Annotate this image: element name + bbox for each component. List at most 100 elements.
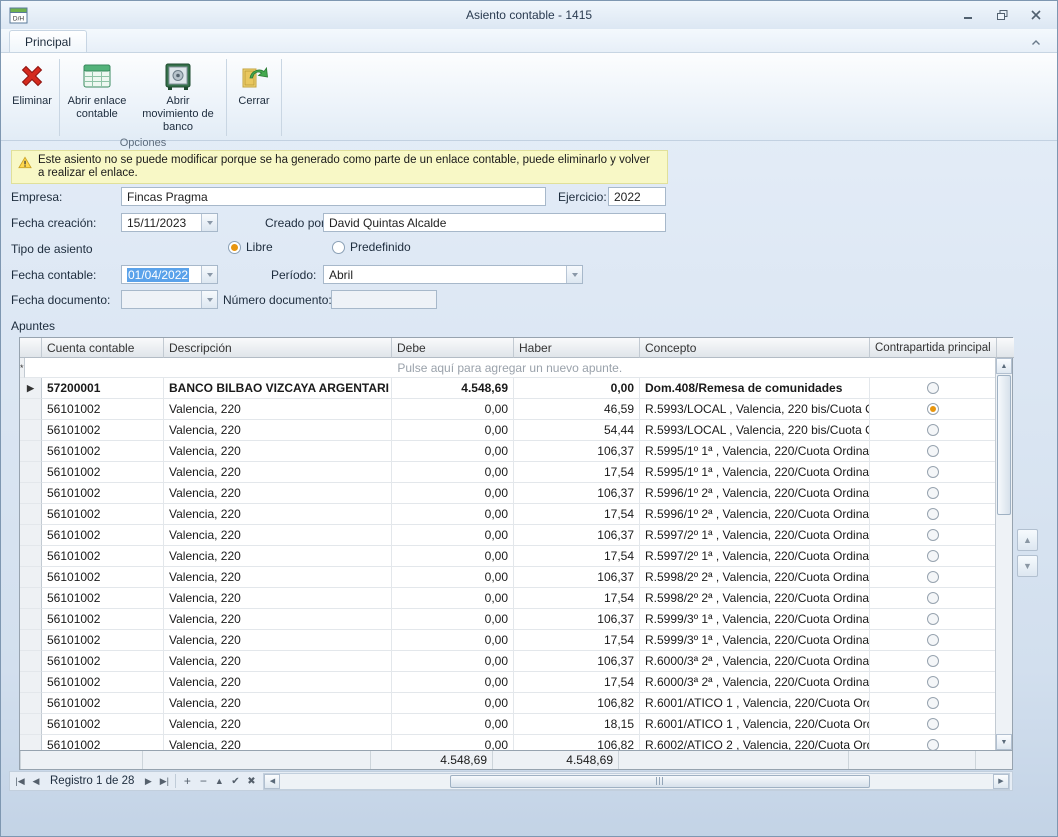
cell-contrapartida[interactable] <box>870 630 995 651</box>
cell-cuenta-contable[interactable]: 56101002 <box>42 693 164 714</box>
horizontal-scrollbar-thumb[interactable] <box>450 775 870 788</box>
ribbon-collapse-button[interactable] <box>1027 35 1045 49</box>
cell-contrapartida[interactable] <box>870 378 995 399</box>
cell-concepto[interactable]: R.5993/LOCAL , Valencia, 220 bis/Cuota O… <box>640 399 870 420</box>
cell-contrapartida[interactable] <box>870 567 995 588</box>
cell-descripcion[interactable]: Valencia, 220 <box>164 483 392 504</box>
cell-contrapartida[interactable] <box>870 609 995 630</box>
cell-debe[interactable]: 4.548,69 <box>392 378 514 399</box>
cell-haber[interactable]: 0,00 <box>514 378 640 399</box>
cell-concepto[interactable]: R.6000/3ª 2ª , Valencia, 220/Cuota Ordin… <box>640 651 870 672</box>
contrapartida-radio[interactable] <box>927 739 939 750</box>
cell-contrapartida[interactable] <box>870 714 995 735</box>
last-record-button[interactable]: ▶| <box>156 773 172 789</box>
col-concepto[interactable]: Concepto <box>640 338 870 358</box>
end-edit-button[interactable]: ✔ <box>227 773 243 789</box>
cell-debe[interactable]: 0,00 <box>392 483 514 504</box>
cell-cuenta-contable[interactable]: 56101002 <box>42 546 164 567</box>
periodo-combo[interactable]: Abril <box>323 265 583 284</box>
fecha-contable-field[interactable]: 01/04/2022 <box>121 265 218 284</box>
cell-contrapartida[interactable] <box>870 420 995 441</box>
cell-descripcion[interactable]: Valencia, 220 <box>164 588 392 609</box>
contrapartida-radio[interactable] <box>927 466 939 478</box>
table-row[interactable]: 56101002 Valencia, 220 0,00 106,37 R.599… <box>20 441 995 462</box>
cell-descripcion[interactable]: Valencia, 220 <box>164 567 392 588</box>
cell-debe[interactable]: 0,00 <box>392 588 514 609</box>
contrapartida-radio[interactable] <box>927 592 939 604</box>
contrapartida-radio[interactable] <box>927 571 939 583</box>
cell-descripcion[interactable]: Valencia, 220 <box>164 651 392 672</box>
cell-descripcion[interactable]: Valencia, 220 <box>164 693 392 714</box>
cell-haber[interactable]: 106,37 <box>514 567 640 588</box>
table-row[interactable]: 56101002 Valencia, 220 0,00 54,44 R.5993… <box>20 420 995 441</box>
cell-contrapartida[interactable] <box>870 546 995 567</box>
cancel-edit-button[interactable]: ✖ <box>243 773 259 789</box>
table-row[interactable]: 56101002 Valencia, 220 0,00 17,54 R.5997… <box>20 546 995 567</box>
col-contrapartida-principal[interactable]: Contrapartida principal <box>870 338 997 358</box>
cell-descripcion[interactable]: Valencia, 220 <box>164 420 392 441</box>
contrapartida-radio[interactable] <box>927 634 939 646</box>
numero-documento-field[interactable] <box>331 290 437 309</box>
fecha-creacion-field[interactable]: 15/11/2023 <box>121 213 218 232</box>
cell-descripcion[interactable]: Valencia, 220 <box>164 672 392 693</box>
new-row[interactable]: * Pulse aquí para agregar un nuevo apunt… <box>20 358 995 378</box>
vertical-scrollbar[interactable]: ▲ ▼ <box>995 358 1012 750</box>
cell-concepto[interactable]: R.5999/3º 1ª , Valencia, 220/Cuota Ordin… <box>640 630 870 651</box>
cell-contrapartida[interactable] <box>870 525 995 546</box>
cell-haber[interactable]: 18,15 <box>514 714 640 735</box>
new-row-hint[interactable]: Pulse aquí para agregar un nuevo apunte. <box>25 358 996 378</box>
cell-concepto[interactable]: R.5996/1º 2ª , Valencia, 220/Cuota Ordin… <box>640 483 870 504</box>
radio-predefinido[interactable]: Predefinido <box>332 240 411 254</box>
move-row-up-button[interactable]: ▲ <box>1017 529 1038 551</box>
cell-concepto[interactable]: R.6001/ATICO 1 , Valencia, 220/Cuota Ord… <box>640 693 870 714</box>
cell-debe[interactable]: 0,00 <box>392 651 514 672</box>
contrapartida-radio[interactable] <box>927 655 939 667</box>
cell-cuenta-contable[interactable]: 56101002 <box>42 399 164 420</box>
hscroll-right-button[interactable]: ▶ <box>993 774 1009 789</box>
edit-record-button[interactable]: ▲ <box>211 773 227 789</box>
horizontal-scrollbar[interactable]: ◀ ▶ <box>263 773 1010 790</box>
cell-descripcion[interactable]: Valencia, 220 <box>164 630 392 651</box>
table-row[interactable]: 56101002 Valencia, 220 0,00 18,15 R.6001… <box>20 714 995 735</box>
cell-debe[interactable]: 0,00 <box>392 609 514 630</box>
empresa-field[interactable]: Fincas Pragma <box>121 187 546 206</box>
cell-concepto[interactable]: R.6000/3ª 2ª , Valencia, 220/Cuota Ordin… <box>640 672 870 693</box>
cell-descripcion[interactable]: Valencia, 220 <box>164 546 392 567</box>
cell-debe[interactable]: 0,00 <box>392 567 514 588</box>
cell-descripcion[interactable]: Valencia, 220 <box>164 735 392 750</box>
cell-debe[interactable]: 0,00 <box>392 693 514 714</box>
cell-contrapartida[interactable] <box>870 672 995 693</box>
cell-descripcion[interactable]: Valencia, 220 <box>164 462 392 483</box>
hscroll-left-button[interactable]: ◀ <box>264 774 280 789</box>
cell-debe[interactable]: 0,00 <box>392 546 514 567</box>
cell-contrapartida[interactable] <box>870 735 995 750</box>
cell-descripcion[interactable]: Valencia, 220 <box>164 504 392 525</box>
cell-debe[interactable]: 0,00 <box>392 525 514 546</box>
cell-contrapartida[interactable] <box>870 399 995 420</box>
ejercicio-field[interactable]: 2022 <box>608 187 666 206</box>
cell-haber[interactable]: 17,54 <box>514 630 640 651</box>
table-row[interactable]: 56101002 Valencia, 220 0,00 17,54 R.6000… <box>20 672 995 693</box>
cell-debe[interactable]: 0,00 <box>392 630 514 651</box>
table-row[interactable]: 56101002 Valencia, 220 0,00 106,37 R.599… <box>20 609 995 630</box>
cell-haber[interactable]: 17,54 <box>514 504 640 525</box>
chevron-down-icon[interactable] <box>201 291 217 308</box>
table-row[interactable]: 56101002 Valencia, 220 0,00 106,37 R.599… <box>20 525 995 546</box>
cell-debe[interactable]: 0,00 <box>392 504 514 525</box>
table-row[interactable]: 56101002 Valencia, 220 0,00 17,54 R.5999… <box>20 630 995 651</box>
cell-debe[interactable]: 0,00 <box>392 672 514 693</box>
cell-descripcion[interactable]: Valencia, 220 <box>164 441 392 462</box>
table-row[interactable]: 56101002 Valencia, 220 0,00 106,37 R.599… <box>20 567 995 588</box>
cell-cuenta-contable[interactable]: 56101002 <box>42 588 164 609</box>
cell-cuenta-contable[interactable]: 56101002 <box>42 420 164 441</box>
fecha-documento-field[interactable] <box>121 290 218 309</box>
cerrar-button[interactable]: Cerrar <box>229 56 279 109</box>
cell-haber[interactable]: 46,59 <box>514 399 640 420</box>
cell-concepto[interactable]: R.5993/LOCAL , Valencia, 220 bis/Cuota O… <box>640 420 870 441</box>
cell-concepto[interactable]: R.5995/1º 1ª , Valencia, 220/Cuota Ordin… <box>640 462 870 483</box>
contrapartida-radio[interactable] <box>927 445 939 457</box>
table-row[interactable]: 56101002 Valencia, 220 0,00 17,54 R.5995… <box>20 462 995 483</box>
cell-haber[interactable]: 54,44 <box>514 420 640 441</box>
first-record-button[interactable]: |◀ <box>12 773 28 789</box>
col-descripcion[interactable]: Descripción <box>164 338 392 358</box>
